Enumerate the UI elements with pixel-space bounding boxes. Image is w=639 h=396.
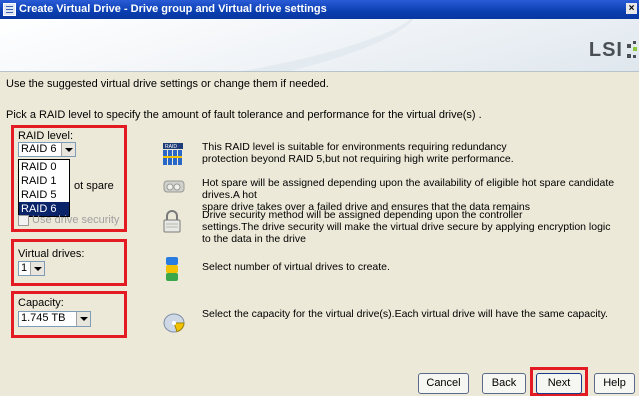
chevron-down-icon[interactable] — [76, 312, 90, 326]
drive-security-label: Use drive security — [32, 214, 120, 226]
chevron-down-icon[interactable] — [30, 262, 44, 275]
logo-text: LSI — [588, 39, 623, 61]
hot-spare-label: ot spare — [74, 180, 114, 192]
raid-level-select[interactable]: RAID 6 — [18, 142, 76, 157]
intro-text: Use the suggested virtual drive settings… — [6, 78, 329, 90]
raid-level-value: RAID 6 — [21, 143, 57, 155]
cancel-button[interactable]: Cancel — [418, 373, 469, 394]
virtual-drives-select[interactable]: 1 — [18, 261, 45, 276]
lsi-logo: LSI — [588, 39, 637, 62]
virtual-drives-label: Virtual drives: — [18, 248, 85, 260]
raid-level-description: This RAID level is suitable for environm… — [202, 141, 514, 165]
raid-option-1[interactable]: RAID 1 — [19, 174, 69, 188]
close-button[interactable]: × — [626, 3, 637, 14]
raid-option-0[interactable]: RAID 0 — [19, 160, 69, 174]
instruction-text: Pick a RAID level to specify the amount … — [6, 109, 482, 121]
virtual-drives-description: Select number of virtual drives to creat… — [202, 261, 390, 273]
lsi-star-icon — [627, 41, 637, 58]
capacity-value: 1.745 TB — [21, 312, 66, 324]
window-title: Create Virtual Drive - Drive group and V… — [19, 3, 327, 15]
chevron-down-icon[interactable] — [61, 143, 75, 156]
raid-level-label: RAID level: — [18, 130, 74, 142]
stacked-drives-icon — [166, 257, 178, 281]
window-menu-icon[interactable] — [3, 3, 16, 16]
padlock-icon — [163, 210, 181, 233]
drive-security-checkbox[interactable] — [18, 215, 29, 226]
title-bar: Create Virtual Drive - Drive group and V… — [0, 0, 639, 19]
raid-array-icon: RAID — [163, 143, 183, 165]
virtual-drives-value: 1 — [21, 262, 28, 274]
hot-spare-description: Hot spare will be assigned depending upo… — [202, 177, 615, 213]
drive-security-description: Drive security method will be assigned d… — [202, 209, 611, 245]
capacity-select[interactable]: 1.745 TB — [18, 311, 91, 327]
help-button[interactable]: Help — [594, 373, 635, 394]
hot-spare-drive-icon — [163, 180, 185, 193]
next-button[interactable]: Next — [536, 373, 582, 394]
raid-level-dropdown[interactable]: RAID 0 RAID 1 RAID 5 RAID 6 — [18, 159, 70, 217]
capacity-description: Select the capacity for the virtual driv… — [202, 308, 608, 320]
header-banner: LSI — [0, 19, 639, 72]
svg-text:RAID: RAID — [165, 144, 177, 150]
raid-option-5[interactable]: RAID 5 — [19, 188, 69, 202]
capacity-label: Capacity: — [18, 297, 64, 309]
back-button[interactable]: Back — [482, 373, 526, 394]
capacity-disk-icon — [163, 313, 185, 333]
